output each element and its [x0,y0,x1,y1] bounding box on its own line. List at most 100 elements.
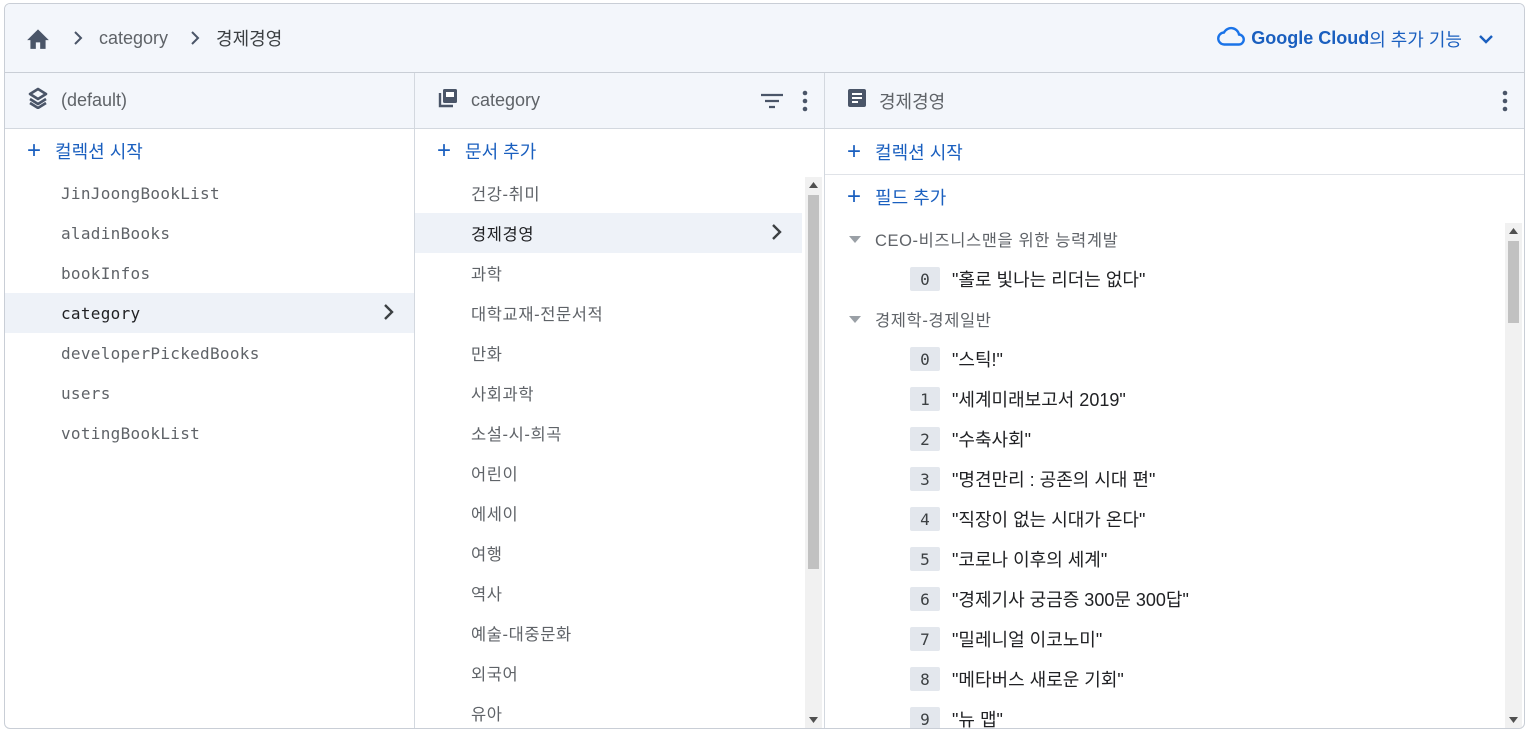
scrollbar-thumb[interactable] [1508,241,1519,323]
document-item[interactable]: 건강-취미 [415,173,802,213]
array-index: 7 [910,627,940,651]
array-value: "뉴 맵" [952,710,1003,729]
database-title: (default) [61,90,128,110]
field-list-scrollbar[interactable] [1505,223,1522,728]
chevron-right-icon [770,222,784,247]
array-value: "밀레니얼 이코노미" [952,630,1103,650]
document-item-label: 여행 [471,546,503,564]
scroll-down-icon[interactable] [805,712,822,728]
array-value: "수축사회" [952,430,1032,450]
field-name: CEO-비즈니스맨을 위한 능력계발 [875,232,1119,250]
caret-down-icon [849,235,861,243]
document-item[interactable]: 유아 [415,693,802,728]
array-item[interactable]: 1 "세계미래보고서 2019" [825,379,1500,419]
collection-item[interactable]: aladinBooks [5,213,414,253]
collection-item[interactable]: votingBookList [5,413,414,453]
more-vert-icon[interactable] [802,90,808,112]
array-value: "스틱!" [952,350,1003,370]
plus-icon: + [847,137,862,165]
collection-actions [760,73,808,129]
collection-item-selected[interactable]: category [5,293,414,333]
collection-item[interactable]: JinJoongBookList [5,173,414,213]
plus-icon: + [27,137,42,164]
collection-item[interactable]: users [5,373,414,413]
root-panel-header: (default) [5,73,414,129]
google-cloud-addons-label: 의 추가 기능 [1369,29,1462,50]
array-item[interactable]: 6 "경제기사 궁금증 300문 300답" [825,579,1500,619]
document-item[interactable]: 대학교재-전문서적 [415,293,802,333]
array-index: 8 [910,667,940,691]
chevron-right-icon [184,27,206,49]
scroll-up-icon[interactable] [805,177,822,193]
google-cloud-addons-button[interactable]: Google Cloud 의 추가 기능 [1217,4,1494,73]
field-group-header[interactable]: CEO-비즈니스맨을 위한 능력계발 [825,219,1500,259]
array-item[interactable]: 2 "수축사회" [825,419,1500,459]
array-value: "코로나 이후의 세계" [952,550,1108,570]
document-panel: 경제경영 + 컬렉션 시작 + 필드 추가 CEO-비즈니스맨을 위한 능력계발… [825,73,1524,728]
array-index: 6 [910,587,940,611]
document-item-label: 예술-대중문화 [471,626,572,644]
array-value: "명견만리 : 공존의 시대 편" [952,470,1156,490]
array-item[interactable]: 0 "홀로 빛나는 리더는 없다" [825,259,1500,299]
document-item[interactable]: 소설-시-희곡 [415,413,802,453]
array-value: "경제기사 궁금증 300문 300답" [952,590,1189,610]
cloud-icon [1217,26,1246,51]
field-group-header[interactable]: 경제학-경제일반 [825,299,1500,339]
google-cloud-brand: Google Cloud [1251,28,1370,48]
plus-icon: + [437,137,452,164]
document-item[interactable]: 여행 [415,533,802,573]
document-item[interactable]: 역사 [415,573,802,613]
document-item[interactable]: 만화 [415,333,802,373]
array-item[interactable]: 9 "뉴 맵" [825,699,1500,729]
collection-item[interactable]: developerPickedBooks [5,333,414,373]
collection-item[interactable]: bookInfos [5,253,414,293]
collection-item-label: category [61,303,141,323]
document-item[interactable]: 사회과학 [415,373,802,413]
array-item[interactable]: 3 "명견만리 : 공존의 시대 편" [825,459,1500,499]
chevron-right-icon [67,27,89,49]
array-index: 5 [910,547,940,571]
document-item-label: 경제경영 [471,226,535,244]
chevron-down-icon [1478,34,1494,44]
array-item[interactable]: 5 "코로나 이후의 세계" [825,539,1500,579]
document-item[interactable]: 에세이 [415,493,802,533]
start-subcollection-button[interactable]: + 컬렉션 시작 [825,129,1524,175]
collection-panel-header: category [415,73,824,129]
root-panel: (default) + 컬렉션 시작 JinJoongBookList alad… [5,73,415,728]
add-field-label: 필드 추가 [875,188,947,208]
collection-list: JinJoongBookList aladinBooks bookInfos c… [5,173,414,453]
more-vert-icon[interactable] [1502,90,1508,112]
collection-item-label: bookInfos [61,263,151,283]
document-item-selected[interactable]: 경제경영 [415,213,802,253]
array-item[interactable]: 4 "직장이 없는 시대가 온다" [825,499,1500,539]
start-collection-button[interactable]: + 컬렉션 시작 [5,129,414,173]
collection-icon [437,87,459,114]
breadcrumb-bar: category 경제경영 Google Cloud 의 추가 기능 [5,4,1524,73]
scrollbar-thumb[interactable] [808,195,819,569]
caret-down-icon [849,315,861,323]
array-value: "세계미래보고서 2019" [952,390,1126,410]
array-item[interactable]: 0 "스틱!" [825,339,1500,379]
add-document-label: 문서 추가 [465,142,537,162]
home-icon[interactable] [25,25,51,51]
document-item[interactable]: 과학 [415,253,802,293]
filter-icon[interactable] [760,93,784,109]
array-index: 0 [910,267,940,291]
array-item[interactable]: 7 "밀레니얼 이코노미" [825,619,1500,659]
scroll-up-icon[interactable] [1505,223,1522,239]
document-item-label: 건강-취미 [471,186,541,204]
array-index: 4 [910,507,940,531]
array-item[interactable]: 8 "메타버스 새로운 기회" [825,659,1500,699]
document-item[interactable]: 어린이 [415,453,802,493]
chevron-right-icon [382,302,396,326]
document-item-label: 역사 [471,586,503,604]
document-item[interactable]: 외국어 [415,653,802,693]
breadcrumb-category[interactable]: category [99,28,168,49]
document-list-scrollbar[interactable] [805,177,822,728]
document-item[interactable]: 예술-대중문화 [415,613,802,653]
scroll-down-icon[interactable] [1505,712,1522,728]
collection-item-label: developerPickedBooks [61,343,260,363]
document-title: 경제경영 [879,91,946,112]
add-field-button[interactable]: + 필드 추가 [825,175,1524,219]
add-document-button[interactable]: + 문서 추가 [415,129,824,173]
